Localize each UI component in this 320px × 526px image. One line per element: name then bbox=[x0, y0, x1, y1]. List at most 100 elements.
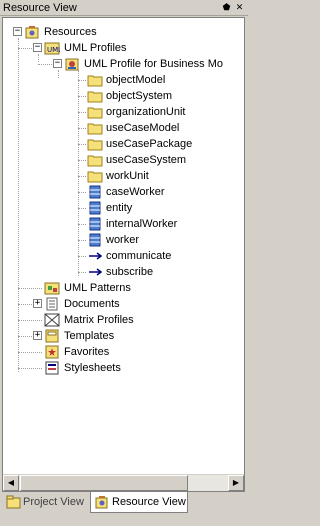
tree-connector bbox=[18, 352, 42, 353]
class-icon bbox=[89, 217, 101, 231]
tree-node-label: Documents bbox=[64, 298, 120, 310]
folder-icon bbox=[87, 107, 103, 119]
tree-connector bbox=[78, 144, 86, 145]
tree-connector bbox=[18, 288, 42, 289]
tree-connector bbox=[38, 64, 54, 65]
tree-connector bbox=[78, 272, 86, 273]
stylesheets-icon bbox=[45, 361, 59, 375]
tree-node-label: Templates bbox=[64, 330, 115, 342]
tree-connector bbox=[18, 368, 42, 369]
tree-item-label: useCaseModel bbox=[106, 122, 180, 134]
matrix-profiles-icon bbox=[44, 313, 60, 327]
tree-item-subscribe[interactable]: subscribe bbox=[3, 264, 244, 280]
tree-item-case-worker[interactable]: caseWorker bbox=[3, 184, 244, 200]
tree-item-label: organizationUnit bbox=[106, 106, 186, 118]
association-arrow-icon bbox=[89, 252, 103, 260]
tree-item-use-case-model[interactable]: useCaseModel bbox=[3, 120, 244, 136]
scrollbar-thumb[interactable] bbox=[20, 475, 188, 491]
expand-icon[interactable]: + bbox=[33, 299, 42, 308]
tree-connector bbox=[78, 96, 86, 97]
tree-connector bbox=[78, 208, 86, 209]
tree-item-label: entity bbox=[106, 202, 133, 214]
uml-profiles-icon: UML bbox=[44, 42, 60, 55]
tree-connector bbox=[78, 112, 86, 113]
tree-node-label: Stylesheets bbox=[64, 362, 121, 374]
templates-icon bbox=[45, 329, 59, 343]
tree-item-work-unit[interactable]: workUnit bbox=[3, 168, 244, 184]
folder-icon bbox=[87, 139, 103, 151]
folder-icon bbox=[87, 75, 103, 87]
tree-node-label: UML Profile for Business Mo bbox=[84, 58, 223, 70]
tree-connector bbox=[78, 192, 86, 193]
documents-icon bbox=[46, 297, 58, 311]
tree-item-object-system[interactable]: objectSystem bbox=[3, 88, 244, 104]
tree-item-label: communicate bbox=[106, 250, 172, 262]
tree-node-uml-profiles[interactable]: − UML UML Profiles bbox=[3, 40, 244, 56]
tree-node-label: Resources bbox=[44, 26, 97, 38]
tree-node-favorites[interactable]: Favorites bbox=[3, 344, 244, 360]
association-arrow-icon bbox=[89, 268, 103, 276]
collapse-icon[interactable]: − bbox=[33, 43, 42, 52]
tree-item-label: useCaseSystem bbox=[106, 154, 187, 166]
resource-tree: − Resources − UML UML Profiles − bbox=[3, 18, 244, 474]
tree-node-uml-patterns[interactable]: UML Patterns bbox=[3, 280, 244, 296]
tree-node-documents[interactable]: + Documents bbox=[3, 296, 244, 312]
collapse-icon[interactable]: − bbox=[53, 59, 62, 68]
tree-item-use-case-package[interactable]: useCasePackage bbox=[3, 136, 244, 152]
tree-item-label: worker bbox=[106, 234, 140, 246]
tree-connector bbox=[78, 176, 86, 177]
tree-item-worker[interactable]: worker bbox=[3, 232, 244, 248]
tab-label: Resource View bbox=[112, 496, 186, 508]
tree-item-organization-unit[interactable]: organizationUnit bbox=[3, 104, 244, 120]
horizontal-scrollbar[interactable]: ◀ ▶ bbox=[3, 474, 244, 491]
folder-icon bbox=[87, 123, 103, 135]
panel-title: Resource View bbox=[3, 2, 77, 14]
tree-item-object-model[interactable]: objectModel bbox=[3, 72, 244, 88]
tree-connector bbox=[18, 336, 34, 337]
resources-icon bbox=[25, 26, 39, 39]
tree-item-label: workUnit bbox=[106, 170, 149, 182]
view-tabs: Project View Resource View bbox=[0, 492, 248, 526]
tree-connector bbox=[78, 80, 86, 81]
tree-item-use-case-system[interactable]: useCaseSystem bbox=[3, 152, 244, 168]
tree-node-label: UML Profiles bbox=[64, 42, 127, 54]
profile-icon bbox=[65, 58, 79, 71]
tree-connector bbox=[78, 240, 86, 241]
patterns-icon bbox=[44, 282, 60, 295]
expand-icon[interactable]: + bbox=[33, 331, 42, 340]
tree-connector bbox=[18, 320, 42, 321]
class-icon bbox=[89, 185, 101, 199]
tree-item-entity[interactable]: entity bbox=[3, 200, 244, 216]
tree-node-uml-profile-business[interactable]: − UML Profile for Business Mo bbox=[3, 56, 244, 72]
favorites-icon bbox=[45, 345, 59, 359]
tree-connector bbox=[78, 160, 86, 161]
panel-titlebar: Resource View ⬟ ✕ bbox=[0, 0, 248, 16]
tab-resource-view[interactable]: Resource View bbox=[90, 492, 188, 513]
scroll-left-icon[interactable]: ◀ bbox=[3, 475, 19, 491]
tree-connector bbox=[18, 304, 34, 305]
tree-item-label: objectModel bbox=[106, 74, 166, 86]
tree-item-communicate[interactable]: communicate bbox=[3, 248, 244, 264]
folder-icon bbox=[87, 91, 103, 103]
tree-connector bbox=[78, 224, 86, 225]
tree-item-label: objectSystem bbox=[106, 90, 173, 102]
tree-node-templates[interactable]: + Templates bbox=[3, 328, 244, 344]
tab-label: Project View bbox=[23, 496, 84, 508]
collapse-icon[interactable]: − bbox=[13, 27, 22, 36]
svg-text:UML: UML bbox=[47, 46, 60, 54]
tree-node-label: Matrix Profiles bbox=[64, 314, 134, 326]
tree-node-label: Favorites bbox=[64, 346, 110, 358]
tree-item-label: caseWorker bbox=[106, 186, 165, 198]
tree-item-label: internalWorker bbox=[106, 218, 178, 230]
tab-project-view[interactable]: Project View bbox=[4, 492, 90, 513]
tree-node-stylesheets[interactable]: Stylesheets bbox=[3, 360, 244, 376]
close-icon[interactable]: ✕ bbox=[234, 2, 245, 13]
pin-icon[interactable]: ⬟ bbox=[221, 2, 232, 13]
tree-item-label: useCasePackage bbox=[106, 138, 193, 150]
scroll-right-icon[interactable]: ▶ bbox=[228, 475, 244, 491]
folder-icon bbox=[87, 171, 103, 183]
tree-node-matrix-profiles[interactable]: Matrix Profiles bbox=[3, 312, 244, 328]
tree-item-internal-worker[interactable]: internalWorker bbox=[3, 216, 244, 232]
tree-node-resources[interactable]: − Resources bbox=[3, 24, 244, 40]
folder-icon bbox=[87, 155, 103, 167]
